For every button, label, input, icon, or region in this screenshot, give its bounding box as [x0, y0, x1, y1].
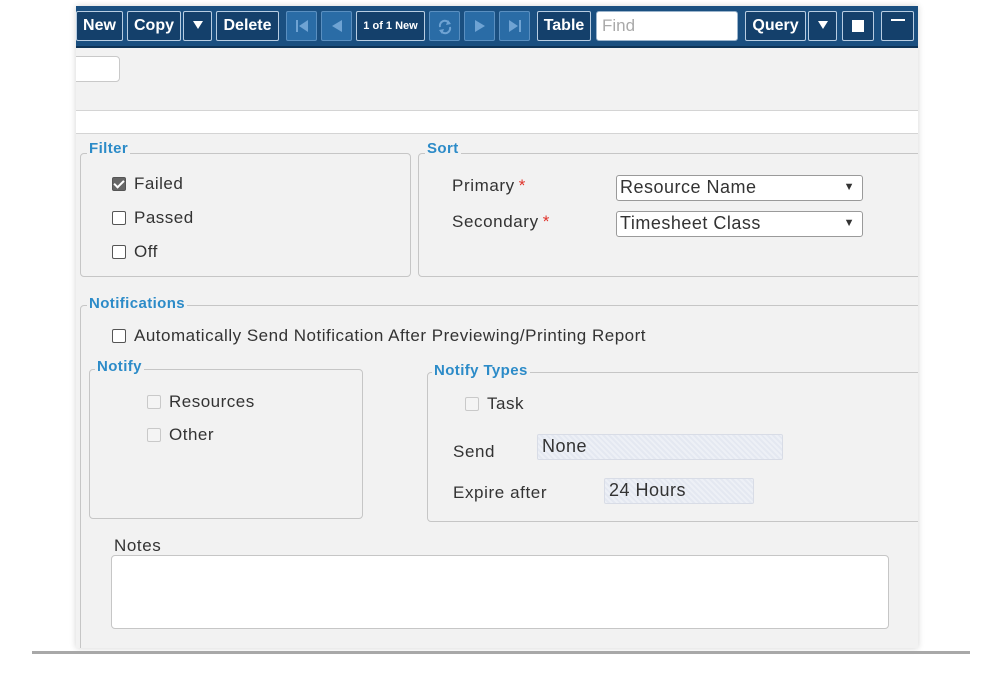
- header-band: [76, 110, 918, 134]
- auto-send-checkbox[interactable]: [112, 329, 126, 343]
- copy-button[interactable]: Copy: [127, 11, 181, 41]
- notify-resources-option[interactable]: Resources: [147, 392, 255, 412]
- passed-checkbox[interactable]: [112, 211, 126, 225]
- notify-types-legend: Notify Types: [432, 362, 530, 379]
- other-checkbox[interactable]: [147, 428, 161, 442]
- passed-label: Passed: [134, 208, 194, 227]
- refresh-icon: [438, 19, 451, 35]
- notify-task-option[interactable]: Task: [465, 394, 524, 414]
- next-record-button[interactable]: [464, 11, 495, 41]
- notes-textarea[interactable]: [111, 555, 889, 629]
- last-record-button[interactable]: [499, 11, 530, 41]
- minimize-button[interactable]: [881, 11, 914, 41]
- resources-checkbox[interactable]: [147, 395, 161, 409]
- auto-send-label: Automatically Send Notification After Pr…: [134, 326, 647, 345]
- form-panel: New Copy Delete 1 of 1 New Table Query: [76, 6, 918, 648]
- primary-label: Primary *: [452, 176, 526, 195]
- last-record-icon: [508, 20, 521, 32]
- secondary-sort-select[interactable]: Timesheet Class ▼: [616, 211, 863, 237]
- filter-legend: Filter: [87, 140, 131, 157]
- dropdown-arrow-icon: ▼: [843, 217, 855, 229]
- toolbar: New Copy Delete 1 of 1 New Table Query: [76, 6, 918, 48]
- failed-label: Failed: [134, 174, 184, 193]
- resources-label: Resources: [169, 392, 255, 411]
- expire-after-label: Expire after: [453, 483, 548, 502]
- secondary-label: Secondary *: [452, 212, 550, 231]
- notify-other-option[interactable]: Other: [147, 425, 214, 445]
- filter-off-option[interactable]: Off: [112, 242, 158, 262]
- caret-down-icon: [192, 21, 203, 29]
- auto-send-option[interactable]: Automatically Send Notification After Pr…: [112, 326, 646, 346]
- record-counter: 1 of 1 New: [356, 11, 425, 41]
- caret-down-icon: [817, 21, 828, 29]
- divider: [32, 651, 970, 654]
- secondary-sort-value: Timesheet Class: [620, 213, 761, 233]
- other-label: Other: [169, 425, 215, 444]
- primary-sort-value: Resource Name: [620, 177, 757, 197]
- previous-record-icon: [331, 20, 342, 32]
- maximize-button[interactable]: [842, 11, 874, 41]
- task-checkbox[interactable]: [465, 397, 479, 411]
- first-record-button[interactable]: [286, 11, 317, 41]
- next-record-icon: [474, 20, 485, 32]
- find-input[interactable]: [596, 11, 738, 41]
- notify-legend: Notify: [95, 358, 144, 375]
- filter-failed-option[interactable]: Failed: [112, 174, 183, 194]
- sort-legend: Sort: [425, 140, 461, 157]
- table-button[interactable]: Table: [537, 11, 591, 41]
- query-dropdown-button[interactable]: [808, 11, 837, 41]
- expire-after-field: 24 Hours: [604, 478, 754, 504]
- previous-record-button[interactable]: [321, 11, 352, 41]
- dropdown-arrow-icon: ▼: [843, 181, 855, 193]
- send-label: Send: [453, 442, 496, 461]
- header-field[interactable]: [76, 56, 120, 82]
- required-marker: *: [518, 176, 526, 195]
- notifications-legend: Notifications: [87, 295, 188, 312]
- notes-label: Notes: [114, 536, 162, 555]
- query-button[interactable]: Query: [745, 11, 806, 41]
- copy-dropdown-button[interactable]: [183, 11, 212, 41]
- off-checkbox[interactable]: [112, 245, 126, 259]
- required-marker: *: [542, 212, 550, 231]
- off-label: Off: [134, 242, 158, 261]
- failed-checkbox[interactable]: [112, 177, 126, 191]
- refresh-button[interactable]: [429, 11, 460, 41]
- primary-sort-select[interactable]: Resource Name ▼: [616, 175, 863, 201]
- filter-passed-option[interactable]: Passed: [112, 208, 194, 228]
- task-label: Task: [487, 394, 524, 413]
- maximize-icon: [852, 20, 864, 32]
- minimize-icon: [890, 19, 905, 21]
- send-field: None: [537, 434, 783, 460]
- new-button[interactable]: New: [76, 11, 123, 41]
- first-record-icon: [295, 20, 308, 32]
- delete-button[interactable]: Delete: [216, 11, 279, 41]
